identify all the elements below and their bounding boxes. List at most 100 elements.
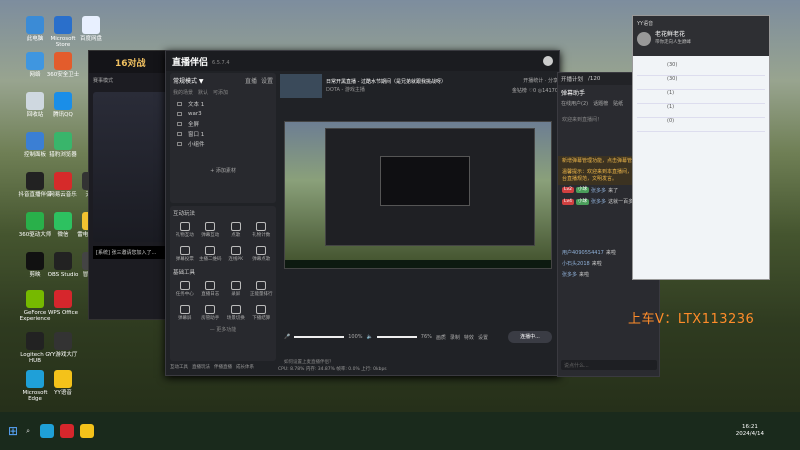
app-taskbar-icon[interactable] — [59, 424, 74, 438]
system-status: CPU: 8.78% 内存: 34.87% 帧率: 0.0% 上行: 0kbps — [278, 367, 387, 372]
clock-date[interactable]: 2024/4/14 — [736, 431, 764, 438]
nav-live[interactable]: 直播 — [245, 76, 257, 85]
scene-icon — [177, 132, 182, 136]
scene-item[interactable]: 全屏 — [173, 119, 273, 129]
scene-icon — [177, 112, 182, 116]
tab-my-scenes[interactable]: 我的场景 — [173, 89, 193, 96]
chat-input[interactable]: 说点什么... — [561, 360, 657, 370]
footer-link[interactable]: 伴播直播 — [214, 364, 232, 370]
yy-channel[interactable]: (30) — [637, 62, 765, 76]
tool-button[interactable]: 弹幕互动 — [199, 219, 223, 241]
scene-item[interactable]: 文本 1 — [173, 99, 273, 109]
search-icon[interactable]: ⌕ — [26, 427, 30, 436]
tab-default[interactable]: 默认 — [198, 89, 208, 96]
app-icon — [26, 212, 44, 230]
desktop-icon[interactable]: 腾讯QQ — [46, 92, 80, 118]
stats-link[interactable]: 开播统计 — [523, 78, 543, 84]
start-live-button[interactable]: 连播中... — [508, 331, 552, 343]
desktop-icon[interactable]: 猎豹浏览器 — [46, 132, 80, 158]
level-badge: Lv4 — [562, 198, 575, 205]
speaker-slider[interactable] — [376, 336, 417, 338]
clock-time[interactable]: 16:21 — [736, 424, 764, 431]
tool-button[interactable]: 礼物计数 — [250, 219, 274, 241]
scene-item[interactable]: 窗口 1 — [173, 129, 273, 139]
help-hint[interactable]: 如何设置上麦直播伴侣？ — [284, 359, 334, 365]
chat-username[interactable]: 张多多 — [562, 272, 577, 278]
stream-title[interactable]: 日常开黑直播 - 过酷水节期间（是兄弟就跟我挑战呀） — [326, 78, 476, 86]
chat-tab-plan[interactable]: 开播计划 — [561, 75, 583, 83]
mic-slider[interactable] — [294, 336, 345, 338]
avatar[interactable] — [543, 56, 553, 66]
app-icon — [26, 252, 44, 270]
edge-taskbar-icon[interactable] — [39, 424, 54, 438]
tool-button[interactable]: 点歌 — [224, 219, 248, 241]
tool-button[interactable]: 弹幕点歌 — [250, 243, 274, 265]
nav-settings[interactable]: 设置 — [261, 76, 273, 85]
yy-taskbar-icon[interactable] — [79, 424, 94, 438]
likes-count: 0 — [532, 88, 537, 94]
stream-preview[interactable] — [284, 121, 552, 269]
tool-button[interactable]: 礼物互动 — [173, 219, 197, 241]
record-button[interactable]: 录制 — [450, 334, 460, 341]
app-icon — [26, 52, 44, 70]
tool-button[interactable]: 场景切换 — [224, 302, 248, 324]
tool-button[interactable]: 连线PK — [224, 243, 248, 265]
tool-label: 连线PK — [228, 257, 244, 262]
tool-label: 礼物互动 — [175, 233, 194, 238]
settings-button[interactable]: 设置 — [478, 334, 488, 341]
yy-channel[interactable]: (0) — [637, 118, 765, 132]
fans-count: 14170 — [542, 88, 558, 94]
tool-button[interactable]: 弹幕投票 — [173, 243, 197, 265]
tool-icon — [205, 281, 216, 290]
yy-channel[interactable]: (30) — [637, 76, 765, 90]
yy-channel[interactable]: (1) — [637, 104, 765, 118]
add-source-button[interactable]: + 添加素材 — [173, 167, 273, 174]
chat-username[interactable]: 张多多 — [591, 199, 606, 205]
mode-dropdown[interactable]: 常规模式 ▼ — [173, 76, 204, 85]
app-icon — [54, 252, 72, 270]
tool-button[interactable]: 下播结算 — [250, 302, 274, 324]
footer-link[interactable]: 成长体系 — [236, 364, 254, 370]
effects-button[interactable]: 特效 — [464, 334, 474, 341]
chat-username[interactable]: 用户4090554417 — [562, 250, 604, 256]
desktop-icon[interactable]: YY语音 — [46, 370, 80, 396]
speaker-icon[interactable]: 🔈 — [367, 334, 373, 340]
scene-item[interactable]: war3 — [173, 109, 273, 119]
tool-button[interactable]: 录屏 — [224, 278, 248, 300]
desktop-icon[interactable]: 百度网盘 — [74, 16, 108, 42]
tool-button[interactable]: 正能量排行 — [250, 278, 274, 300]
footer-link[interactable]: 互动工具 — [170, 364, 188, 370]
chat-username[interactable]: 张多多 — [591, 188, 606, 194]
desktop-icon[interactable]: 360安全卫士 — [46, 52, 80, 78]
mic-icon[interactable]: 🎤 — [284, 334, 290, 340]
footer-link[interactable]: 直播玩法 — [192, 364, 210, 370]
tool-icon — [205, 222, 216, 231]
windows-start-icon[interactable]: ⊞ — [8, 424, 18, 438]
app-icon — [54, 290, 72, 308]
app-icon — [54, 332, 72, 350]
tab-addable[interactable]: 可添加 — [213, 89, 228, 96]
desktop-icon[interactable]: WPS Office — [46, 290, 80, 316]
chat-subtab[interactable]: 话题榜 — [593, 100, 608, 107]
tool-button[interactable]: 主播二维码 — [199, 243, 223, 265]
desktop-icon[interactable]: YY游戏大厅 — [46, 332, 80, 358]
quality-button[interactable]: 画质 — [436, 334, 446, 341]
app-icon — [54, 16, 72, 34]
scene-item[interactable]: 小组件 — [173, 139, 273, 149]
cover-thumbnail[interactable] — [280, 74, 322, 98]
stream-category[interactable]: DOTA - 游戏主播 — [326, 86, 476, 94]
desktop-icon-label: 腾讯QQ — [53, 112, 73, 118]
rank-link[interactable]: 金钻榜 — [512, 88, 527, 94]
yy-channel[interactable]: (1) — [637, 90, 765, 104]
tool-icon — [179, 305, 190, 314]
chat-subtab[interactable]: 在线用户(2) — [561, 100, 588, 107]
chat-username[interactable]: 小石头2018 — [562, 261, 590, 267]
chat-subtab[interactable]: 贴纸 — [613, 100, 623, 107]
tool-button[interactable]: 房管助手 — [199, 302, 223, 324]
tool-button[interactable]: 任务中心 — [173, 278, 197, 300]
chat-tab-count[interactable]: /120 — [588, 76, 600, 82]
yy-avatar[interactable] — [637, 32, 651, 46]
tool-button[interactable]: 直播日志 — [199, 278, 223, 300]
more-features[interactable]: — 更多功能 — [173, 326, 273, 333]
tool-button[interactable]: 弹幕屏 — [173, 302, 197, 324]
